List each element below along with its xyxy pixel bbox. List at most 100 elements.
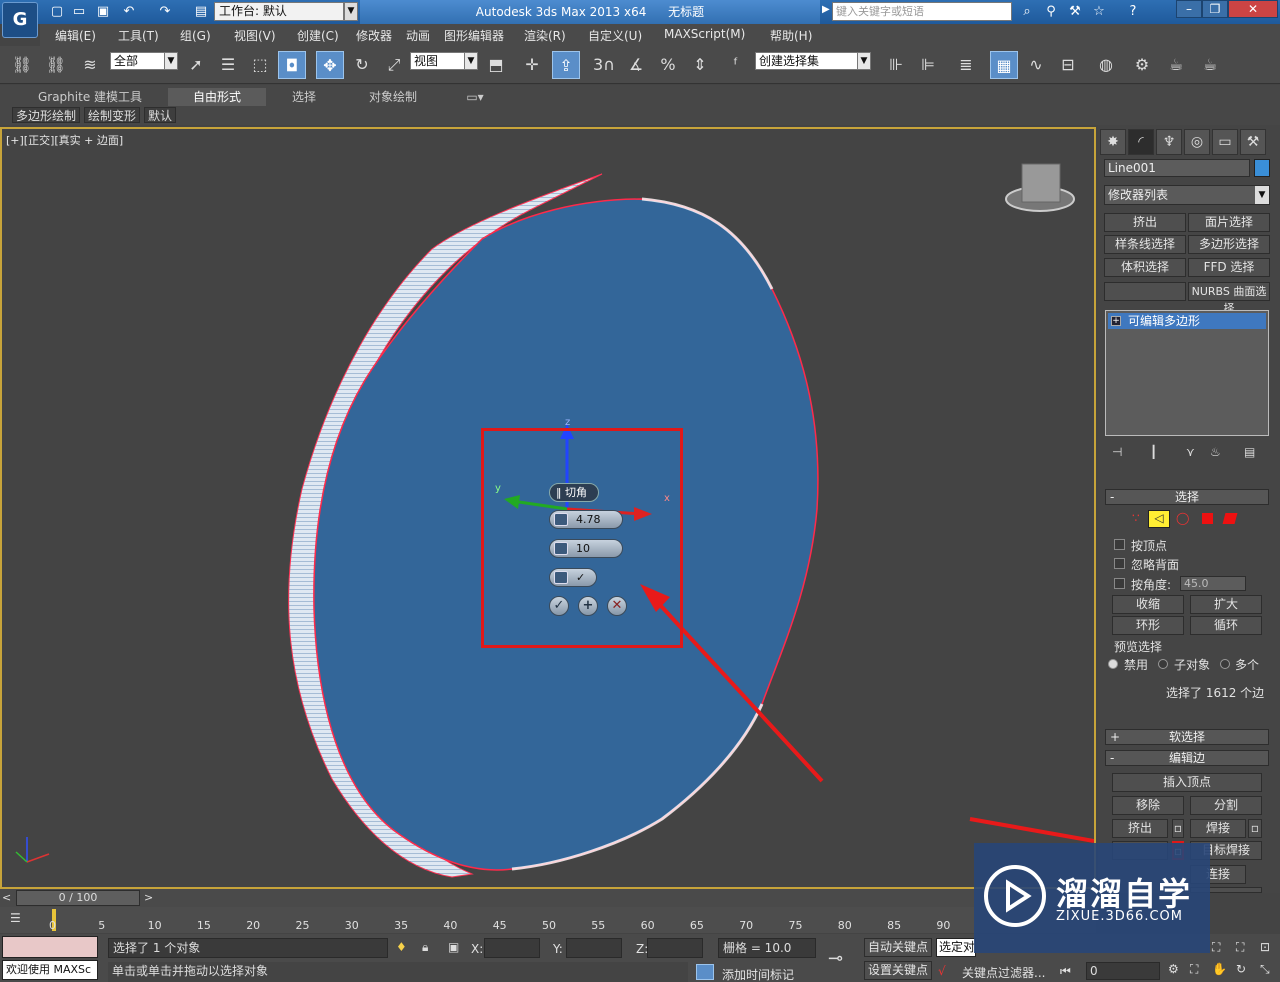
redo-icon[interactable]: ↷ <box>156 3 174 21</box>
edge-level-icon[interactable]: ◁ <box>1148 510 1170 528</box>
loop-button[interactable]: 循环 <box>1190 616 1262 635</box>
chevron-down-icon[interactable]: ▼ <box>164 52 178 70</box>
empty-modifier-button[interactable] <box>1104 282 1186 301</box>
time-tag-icon[interactable] <box>696 964 714 980</box>
chamfer-amount-field[interactable]: 4.78 <box>549 510 623 529</box>
subtab-polydraw[interactable]: 多边形绘制 <box>12 107 81 123</box>
utilities-tab-icon[interactable]: ⚒ <box>1240 129 1266 155</box>
zoom-region-icon[interactable]: ⊡ <box>1260 940 1270 954</box>
menu-tools[interactable]: 工具(T) <box>118 27 159 44</box>
menu-graph-editors[interactable]: 图形编辑器 <box>444 27 504 44</box>
menu-help[interactable]: 帮助(H) <box>770 27 812 44</box>
chevron-down-icon[interactable]: ▼ <box>857 52 871 70</box>
select-manipulate-icon[interactable]: ✛ <box>518 51 546 79</box>
pin-stack-icon[interactable]: ⊣ <box>1112 445 1122 459</box>
key-mode-dropdown[interactable]: 选定对 <box>936 938 976 957</box>
named-selection-dropdown[interactable]: 创建选择集 <box>755 52 859 70</box>
maxscript-input[interactable]: 欢迎使用 MAXSc <box>2 960 98 980</box>
schematic-view-icon[interactable]: ⊟ <box>1054 51 1082 79</box>
subtab-paint-deform[interactable]: 绘制变形 <box>84 107 141 123</box>
keyboard-shortcut-icon[interactable]: ⇪ <box>552 51 580 79</box>
stack-item-editable-poly[interactable]: + 可编辑多边形 <box>1108 313 1266 329</box>
menu-group[interactable]: 组(G) <box>180 27 211 44</box>
display-tab-icon[interactable]: ▭ <box>1212 129 1238 155</box>
tab-freeform[interactable]: 自由形式 <box>168 88 266 106</box>
expand-icon[interactable]: + <box>1111 316 1121 326</box>
chevron-down-icon[interactable]: ▼ <box>464 52 478 70</box>
orbit-icon[interactable]: ↻ <box>1236 962 1246 976</box>
pan-icon[interactable]: ✋ <box>1212 962 1227 976</box>
viewport-front[interactable]: [+][正交][真实 + 边面] z x y ‖ 切角 4.78 10 ✓ ✓ … <box>0 127 1096 889</box>
bind-spacewarp-icon[interactable]: ≋ <box>76 51 104 79</box>
tab-selection[interactable]: 选择 <box>274 88 334 106</box>
ffd-select-button[interactable]: FFD 选择 <box>1188 258 1270 277</box>
key-icon[interactable]: ⚲ <box>1042 3 1060 21</box>
app-logo[interactable]: G <box>2 2 38 38</box>
menu-modifiers[interactable]: 修改器 <box>356 27 392 44</box>
rect-selection-icon[interactable]: ⬚ <box>246 51 274 79</box>
insert-vertex-button[interactable]: 插入顶点 <box>1112 773 1262 792</box>
element-level-icon[interactable] <box>1222 513 1238 524</box>
chevron-right-icon[interactable]: > <box>144 891 158 905</box>
border-level-icon[interactable]: ◯ <box>1176 511 1189 525</box>
preview-subobject-radio[interactable] <box>1158 659 1168 669</box>
z-coordinate-field[interactable] <box>647 938 703 958</box>
chevron-left-icon[interactable]: < <box>2 891 16 905</box>
snap-toggle-icon[interactable]: 3∩ <box>590 51 618 79</box>
configure-sets-icon[interactable]: ▤ <box>1244 445 1255 459</box>
angle-snap-icon[interactable]: ∡ <box>622 51 650 79</box>
show-end-result-icon[interactable]: ┃ <box>1150 445 1157 459</box>
pivot-center-icon[interactable]: ⬒ <box>482 51 510 79</box>
spinner-snap-icon[interactable]: ⇕ <box>686 51 714 79</box>
make-unique-icon[interactable]: ⋎ <box>1186 445 1195 459</box>
x-coordinate-field[interactable] <box>484 938 540 958</box>
menu-edit[interactable]: 编辑(E) <box>55 27 96 44</box>
modify-tab-icon[interactable]: ◜ <box>1128 129 1154 155</box>
chevron-right-icon[interactable]: ▶ <box>822 4 830 15</box>
layer-manager-icon[interactable]: ≣ <box>952 51 980 79</box>
menu-customize[interactable]: 自定义(U) <box>588 27 642 44</box>
remove-modifier-icon[interactable]: ♨ <box>1210 445 1221 459</box>
shrink-button[interactable]: 收缩 <box>1112 595 1184 614</box>
tab-graphite-modeling[interactable]: Graphite 建模工具 <box>30 88 150 106</box>
vertex-level-icon[interactable]: ∵ <box>1132 511 1140 525</box>
poly-select-button[interactable]: 多边形选择 <box>1188 235 1270 254</box>
close-button[interactable]: ✕ <box>1228 0 1278 18</box>
align-icon[interactable]: ⊫ <box>914 51 942 79</box>
angle-spinner[interactable]: 45.0 <box>1180 576 1246 591</box>
tab-object-paint[interactable]: 对象绘制 <box>358 88 428 106</box>
time-config-icon[interactable]: ⚙ <box>1168 962 1179 976</box>
open-chamfer-toggle[interactable]: ✓ <box>549 568 597 587</box>
modifier-list-dropdown[interactable]: 修改器列表 ▼ <box>1104 185 1270 205</box>
search-input[interactable]: 键入关键字或短语 <box>832 2 1012 21</box>
go-to-start-icon[interactable]: ⏮ <box>1060 964 1071 979</box>
selection-filter-dropdown[interactable]: 全部 <box>110 52 168 70</box>
open-file-icon[interactable]: ▭ <box>70 3 88 21</box>
mirror-icon[interactable]: ⊪ <box>882 51 910 79</box>
object-name-field[interactable]: Line001 <box>1104 159 1250 177</box>
lock-icon[interactable]: 🔒︎ <box>422 940 428 955</box>
time-slider-thumb[interactable]: 0 / 100 <box>16 890 140 906</box>
material-editor-icon[interactable]: ◍ <box>1092 51 1120 79</box>
tools-icon[interactable]: ⚒ <box>1066 3 1084 21</box>
maximize-button[interactable]: ❐ <box>1202 0 1228 18</box>
select-by-name-icon[interactable]: ☰ <box>214 51 242 79</box>
extrude-settings-icon[interactable]: ▫ <box>1172 819 1184 838</box>
key-filter-icon[interactable]: √ <box>938 964 946 978</box>
menu-rendering[interactable]: 渲染(R) <box>524 27 566 44</box>
rollout-selection[interactable]: - 选择 <box>1105 489 1269 505</box>
current-frame-field[interactable]: 0 <box>1086 962 1160 980</box>
ignore-backfacing-checkbox[interactable] <box>1114 558 1125 569</box>
save-icon[interactable]: ▣ <box>94 3 112 21</box>
extrude-modifier-button[interactable]: 挤出 <box>1104 213 1186 232</box>
menu-view[interactable]: 视图(V) <box>234 27 276 44</box>
preview-multi-radio[interactable] <box>1220 659 1230 669</box>
reference-coord-dropdown[interactable]: 视图 <box>410 52 468 70</box>
maximize-viewport-icon[interactable]: ⤡ <box>1260 962 1270 977</box>
zoom-extents-icon[interactable]: ⛶ <box>1212 940 1220 955</box>
field-of-view-icon[interactable]: ⛶ <box>1190 962 1198 977</box>
percent-snap-icon[interactable]: % <box>654 51 682 79</box>
viewport-label[interactable]: [+][正交][真实 + 边面] <box>6 132 123 148</box>
binoculars-icon[interactable]: ⌕ <box>1018 3 1036 21</box>
motion-tab-icon[interactable]: ◎ <box>1184 129 1210 155</box>
